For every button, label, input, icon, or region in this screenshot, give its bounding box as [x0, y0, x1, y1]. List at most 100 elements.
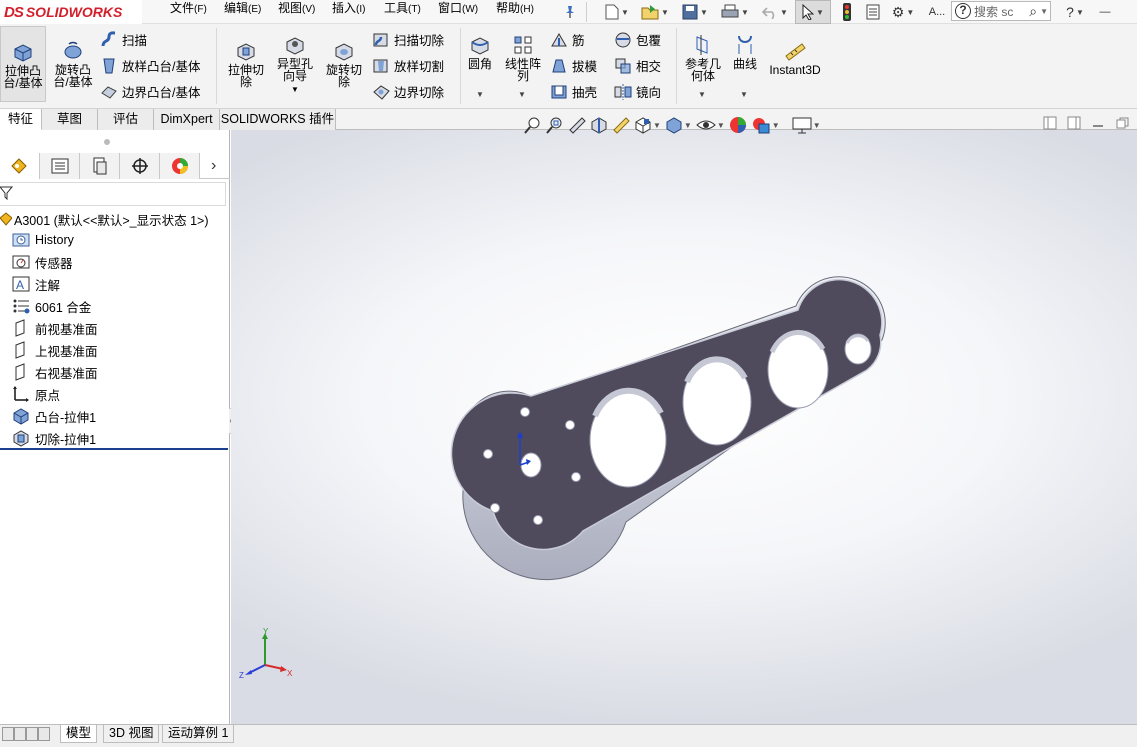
menu-view[interactable]: 视图(V) — [278, 0, 315, 24]
menu-file[interactable]: 文件(F) — [170, 0, 207, 24]
next-tab-nav-button[interactable] — [26, 727, 38, 741]
link-plate-part[interactable] — [450, 276, 886, 581]
user-account-button[interactable]: A... — [926, 0, 948, 24]
tree-item-right-plane[interactable]: 右视基准面 — [12, 361, 98, 383]
boundary-cut-button[interactable]: 边界切除 — [372, 82, 444, 101]
chevron-right-icon[interactable]: › — [211, 157, 216, 175]
tree-root-part[interactable]: A3001 (默认<<默认>_显示状态 1>) — [0, 209, 209, 229]
extrude-boss-button[interactable]: 拉伸凸台/基体 — [0, 26, 46, 102]
menu-help[interactable]: 帮助(H) — [496, 0, 534, 24]
reference-geometry-button[interactable]: 参考几何体 — [680, 26, 726, 82]
instant3d-button[interactable]: Instant3D — [766, 26, 824, 76]
tab-dimxpert[interactable]: DimXpert — [154, 109, 220, 130]
first-tab-nav-button[interactable] — [2, 727, 14, 741]
new-document-button[interactable]: ▼ — [600, 0, 634, 24]
menu-tools[interactable]: 工具(T) — [384, 0, 421, 24]
chevron-down-icon[interactable]: ▼ — [1040, 7, 1048, 16]
curves-button[interactable]: 曲线 — [728, 26, 762, 70]
split-view-right-icon[interactable] — [1067, 116, 1081, 130]
chevron-down-icon[interactable]: ▼ — [740, 90, 748, 99]
tab-evaluate[interactable]: 评估 — [98, 109, 154, 130]
boundary-boss-button[interactable]: 边界凸台/基体 — [100, 82, 200, 101]
chevron-down-icon[interactable]: ▼ — [476, 90, 484, 99]
search-box[interactable]: ? 搜索 sc ⌕ ▼ — [951, 1, 1051, 21]
menu-edit[interactable]: 编辑(E) — [224, 0, 261, 24]
filter-funnel-icon[interactable] — [0, 185, 13, 201]
tab-motion-study-1[interactable]: 运动算例 1 — [162, 725, 235, 743]
tree-item-history[interactable]: History — [12, 229, 74, 251]
menu-insert[interactable]: 插入(I) — [332, 0, 365, 24]
open-button[interactable]: ▼ — [638, 0, 672, 24]
extrude-cut-button[interactable]: 拉伸切除 — [222, 26, 270, 88]
part-top-face[interactable] — [450, 278, 883, 551]
tree-item-annotations[interactable]: A 注解 — [12, 273, 60, 295]
rebuild-traffic-light-icon[interactable] — [838, 0, 856, 24]
minimize-window-button[interactable]: — — [1098, 0, 1112, 24]
property-manager-tab[interactable] — [40, 153, 80, 179]
tree-item-sensors[interactable]: 传感器 — [12, 251, 73, 273]
tree-item-material[interactable]: 6061 合金 — [12, 295, 91, 317]
tab-model[interactable]: 模型 — [60, 725, 98, 743]
select-button[interactable]: ▼ — [795, 0, 831, 24]
loft-cut-button[interactable]: 放样切割 — [372, 56, 444, 75]
sweep-cut-button[interactable]: 扫描切除 — [372, 30, 444, 49]
tree-item-top-plane[interactable]: 上视基准面 — [12, 339, 98, 361]
rib-button[interactable]: 筋 — [550, 30, 585, 49]
print-button[interactable]: ▼ — [718, 0, 752, 24]
tree-item-boss-extrude[interactable]: 凸台-拉伸1 — [12, 405, 96, 427]
revolve-boss-button[interactable]: 旋转凸台/基体 — [50, 26, 96, 88]
viewport-window-controls — [1043, 116, 1129, 130]
tree-item-origin[interactable]: 原点 — [12, 383, 60, 405]
loft-boss-button[interactable]: 放样凸台/基体 — [100, 56, 200, 75]
graphics-viewport[interactable]: ▼ ▼ ▼ ▼ ▼ Y Z X — [231, 116, 1137, 724]
split-view-left-icon[interactable] — [1043, 116, 1057, 130]
options-button[interactable]: ⚙ ▼ — [886, 0, 920, 24]
dimxpert-manager-tab[interactable] — [120, 153, 160, 179]
save-button[interactable]: ▼ — [678, 0, 712, 24]
large-hole[interactable] — [682, 356, 752, 446]
display-manager-tab[interactable] — [160, 153, 200, 179]
feature-manager-tab[interactable] — [0, 153, 40, 179]
file-properties-button[interactable] — [862, 0, 884, 24]
wrap-button[interactable]: 包覆 — [614, 30, 661, 49]
chevron-down-icon[interactable]: ▼ — [291, 84, 299, 96]
reference-triad[interactable]: Y Z X — [235, 625, 297, 681]
tab-features[interactable]: 特征 — [0, 109, 42, 130]
linear-pattern-button[interactable]: 线性阵列 — [500, 26, 546, 82]
viewport-minimize-icon[interactable] — [1091, 116, 1105, 130]
draft-button[interactable]: 拔模 — [550, 56, 597, 75]
chevron-down-icon: ▼ — [683, 120, 692, 130]
rollback-bar[interactable] — [0, 448, 228, 450]
sweep-button[interactable]: 扫描 — [100, 30, 147, 49]
mirror-button[interactable]: 镜向 — [614, 82, 661, 101]
chevron-down-icon[interactable]: ▼ — [698, 90, 706, 99]
tree-item-front-plane[interactable]: 前视基准面 — [12, 317, 98, 339]
revolve-cut-button[interactable]: 旋转切除 — [320, 26, 368, 88]
fillet-button[interactable]: 圆角 — [464, 26, 496, 70]
intersect-button[interactable]: 相交 — [614, 56, 661, 75]
tree-item-label: 凸台-拉伸1 — [35, 410, 97, 425]
prev-tab-nav-button[interactable] — [14, 727, 26, 741]
tree-filter-bar[interactable] — [0, 182, 226, 206]
large-hole[interactable] — [767, 329, 829, 409]
search-icon[interactable]: ⌕ — [1029, 3, 1037, 20]
help-button[interactable]: ? ▼ — [1060, 0, 1090, 24]
tab-solidworks-addins[interactable]: SOLIDWORKS 插件 — [220, 109, 336, 130]
shell-button[interactable]: 抽壳 — [550, 82, 597, 101]
large-hole[interactable] — [589, 387, 667, 488]
hole-wizard-button[interactable]: 异型孔向导 ▼ — [272, 26, 318, 96]
tree-item-cut-extrude[interactable]: 切除-拉伸1 — [12, 427, 96, 449]
configuration-manager-tab[interactable] — [80, 153, 120, 179]
chevron-down-icon[interactable]: ▼ — [518, 90, 526, 99]
part-model-view[interactable] — [231, 130, 1137, 724]
viewport-restore-icon[interactable] — [1115, 116, 1129, 130]
panel-grip[interactable] — [104, 139, 110, 145]
small-hole[interactable] — [844, 333, 872, 365]
menu-window[interactable]: 窗口(W) — [438, 0, 478, 24]
last-tab-nav-button[interactable] — [38, 727, 50, 741]
undo-button[interactable]: ▼ — [758, 0, 792, 24]
tab-sketch[interactable]: 草图 — [42, 109, 98, 130]
solidworks-logo[interactable]: DS SOLIDWORKS — [0, 0, 142, 24]
pin-icon[interactable] — [560, 0, 580, 24]
tab-3d-views[interactable]: 3D 视图 — [103, 725, 160, 743]
